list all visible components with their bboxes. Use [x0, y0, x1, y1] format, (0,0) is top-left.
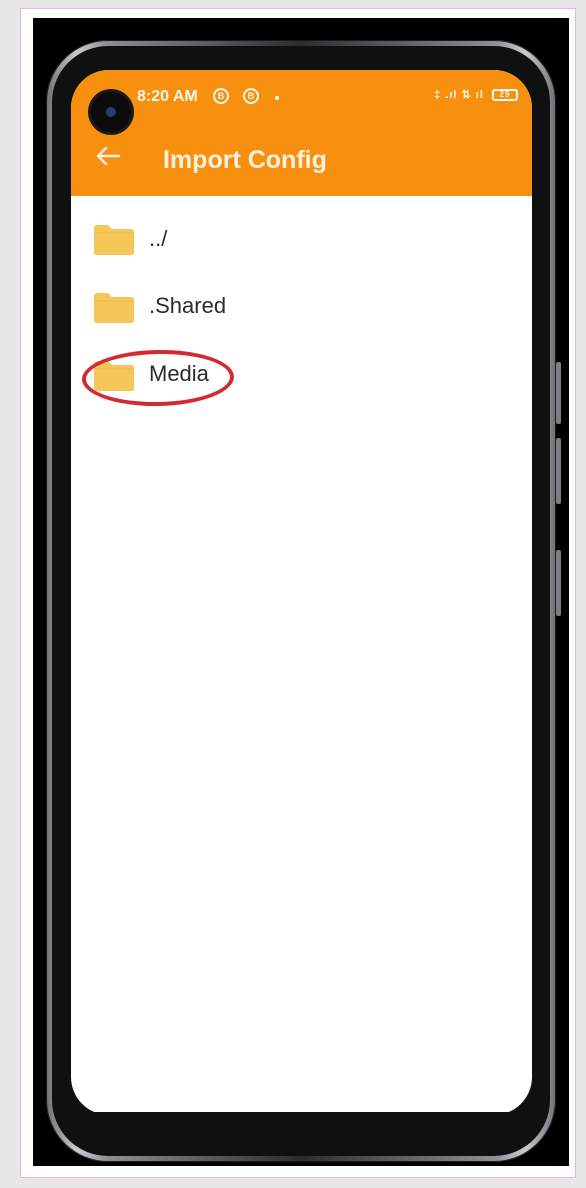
notification-b-icon-2: B — [243, 88, 259, 104]
list-item-parent[interactable]: ../ — [71, 222, 532, 290]
power-button — [556, 550, 561, 616]
folder-label: .Shared — [149, 293, 227, 318]
status-time: 8:20 AM — [137, 88, 198, 105]
battery-icon: 29 — [492, 89, 518, 102]
status-bar: 8:20 AM B B ‡ .ıl ⇅ ıl 29 — [71, 84, 532, 132]
page-title: Import Config — [163, 146, 327, 174]
signal-icons: ‡ .ıl ⇅ ıl — [434, 89, 484, 101]
notification-b-icon: B — [213, 88, 229, 104]
folder-icon — [93, 224, 135, 256]
folder-label: ../ — [149, 226, 168, 251]
list-item-shared[interactable]: .Shared — [71, 290, 532, 358]
volume-down-button — [556, 438, 561, 504]
phone-screen: 8:20 AM B B ‡ .ıl ⇅ ıl 29 Import Config — [71, 70, 532, 1115]
notification-dot-icon — [275, 96, 279, 100]
back-arrow-icon[interactable] — [93, 144, 123, 168]
folder-icon — [93, 292, 135, 324]
phone-chin — [72, 1112, 532, 1142]
front-camera — [91, 92, 131, 132]
status-right: ‡ .ıl ⇅ ıl 29 — [434, 88, 518, 102]
app-bar: 8:20 AM B B ‡ .ıl ⇅ ıl 29 Import Config — [71, 70, 532, 196]
volume-up-button — [556, 362, 561, 424]
